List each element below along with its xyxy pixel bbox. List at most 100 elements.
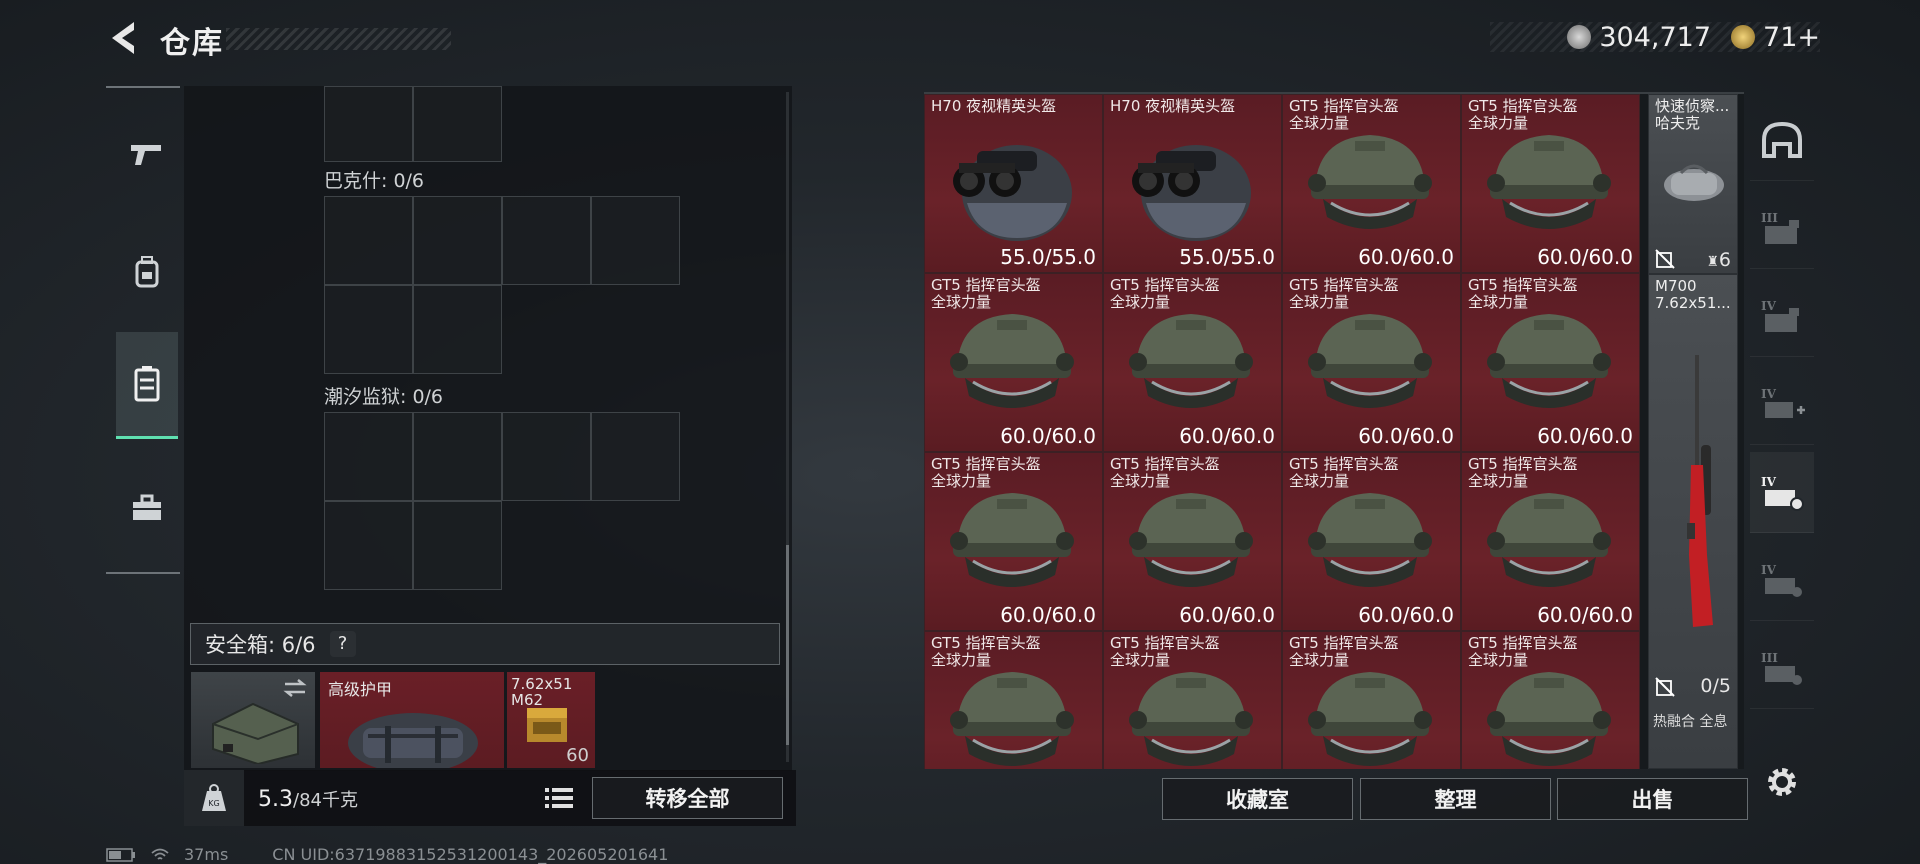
rail-container[interactable] (116, 332, 178, 439)
item-gt5-helmet[interactable]: GT5 指挥官头盔 全球力量 60.0/60.0 (924, 273, 1103, 452)
helmet-name: GT5 指挥官头盔 (931, 455, 1041, 473)
item-name: H70 夜视精英头盔 (931, 98, 1056, 115)
commander-helmet-icon (1487, 672, 1611, 766)
wifi-icon (151, 848, 169, 860)
ammo-box-icon (527, 708, 567, 742)
commander-helmet-icon (1487, 135, 1611, 229)
section-label-baksh: 巴克什: 0/6 (324, 170, 425, 192)
item-gt5-helmet[interactable]: GT5 指挥官头盔 全球力量 60.0/60.0 (1103, 452, 1282, 631)
commander-helmet-icon (1487, 493, 1611, 587)
helmet-art (1116, 302, 1266, 426)
rail-backpack[interactable] (116, 222, 178, 322)
right-container-rail: III IV IV IV IV III (1750, 92, 1814, 709)
item-h70-helmet[interactable]: H70 夜视精英头盔 55.0/55.0 (924, 94, 1103, 273)
back-arrow-icon[interactable] (104, 18, 144, 58)
rail-toolbox[interactable] (116, 458, 178, 558)
durability-value: 55.0/55.0 (1000, 245, 1096, 269)
list-view-button[interactable] (541, 780, 577, 816)
grid-cell[interactable] (502, 196, 591, 285)
item-h70-helmet[interactable]: H70 夜视精英头盔 55.0/55.0 (1103, 94, 1282, 273)
durability-value: 60.0/60.0 (1358, 424, 1454, 448)
item-name: GT5 指挥官头盔 全球力量 (1110, 456, 1220, 490)
grid-cell[interactable] (324, 285, 413, 374)
grid-cell[interactable] (591, 412, 680, 501)
commander-helmet-icon (1129, 672, 1253, 766)
rail-weapons[interactable] (116, 104, 178, 204)
commander-helmet-icon (950, 314, 1074, 408)
item-gt5-helmet[interactable]: GT5 指挥官头盔 全球力量 60.0/60.0 (1282, 273, 1461, 452)
grid-cell[interactable] (413, 412, 502, 501)
helmet-name: GT5 指挥官头盔 (1110, 455, 1220, 473)
item-gt5-helmet[interactable]: GT5 指挥官头盔 全球力量 60.0/60.0 (1282, 452, 1461, 631)
grid-cell[interactable] (413, 196, 502, 285)
no-loot-icon (1655, 249, 1675, 269)
helmet-faction: 全球力量 (1110, 472, 1171, 490)
grid-cell[interactable] (324, 412, 413, 501)
item-m700-rifle[interactable]: M700 7.62x51... 0/5 热融合 全息 (1648, 274, 1738, 769)
helmet-faction: 全球力量 (1110, 293, 1171, 311)
sort-button[interactable]: 整理 (1360, 778, 1551, 820)
settings-gear-icon[interactable] (1762, 762, 1802, 802)
svg-text:IV: IV (1761, 299, 1777, 313)
container-icon (134, 366, 160, 402)
item-gt5-helmet[interactable]: GT5 指挥官头盔 全球力量 60.0/60.0 (1282, 94, 1461, 273)
grid-cell[interactable] (413, 285, 502, 374)
grid-cell[interactable] (591, 196, 680, 285)
grid-cell[interactable] (324, 196, 413, 285)
grid-cell[interactable] (324, 501, 413, 590)
item-recon-bag[interactable]: 快速侦察... 哈夫克 ♜6 (1648, 94, 1738, 274)
helmet-name: GT5 指挥官头盔 (931, 634, 1041, 652)
ping-value: 37ms (184, 845, 229, 864)
storage-scroll-thumb[interactable] (786, 545, 789, 745)
helmet-name: GT5 指挥官头盔 (1289, 276, 1399, 294)
item-gt5-helmet[interactable]: GT5 指挥官头盔 全球力量 (1103, 631, 1282, 769)
weight-value: 5.3 (258, 787, 293, 812)
item-gt5-helmet[interactable]: GT5 指挥官头盔 全球力量 (1461, 631, 1640, 769)
item-name: GT5 指挥官头盔 全球力量 (1110, 635, 1220, 669)
silver-amount: 304,717 (1599, 21, 1712, 53)
rail-tier3-case[interactable]: III (1750, 188, 1814, 269)
helmet-art (937, 123, 1087, 247)
item-gt5-helmet[interactable]: GT5 指挥官头盔 全球力量 60.0/60.0 (1461, 94, 1640, 273)
grid-cell[interactable] (502, 412, 591, 501)
item-name: H70 夜视精英头盔 (1110, 98, 1235, 115)
collection-room-button[interactable]: 收藏室 (1162, 778, 1353, 820)
durability-value: 60.0/60.0 (1358, 603, 1454, 627)
item-gt5-helmet[interactable]: GT5 指挥官头盔 全球力量 60.0/60.0 (1461, 273, 1640, 452)
grid-cell[interactable] (413, 501, 502, 590)
helmet-art (1116, 123, 1266, 247)
help-button[interactable]: ? (329, 631, 356, 657)
bag-sub: 哈夫克 (1655, 114, 1701, 132)
item-name: GT5 指挥官头盔 全球力量 (1289, 635, 1399, 669)
safe-armor-item[interactable]: 高级护甲 (320, 672, 504, 768)
gold-amount[interactable]: 71+ (1763, 22, 1820, 53)
weight-max: /84千克 (293, 790, 358, 811)
helmet-art (1474, 302, 1624, 426)
rail-tier4-case[interactable]: IV (1750, 276, 1814, 357)
gold-coin-icon (1731, 25, 1756, 49)
safe-case-slot[interactable] (191, 672, 315, 768)
tier4-add-icon: IV (1761, 387, 1805, 418)
rail-tier4-add[interactable]: IV (1750, 364, 1814, 445)
item-gt5-helmet[interactable]: GT5 指挥官头盔 全球力量 60.0/60.0 (924, 452, 1103, 631)
item-gt5-helmet[interactable]: GT5 指挥官头盔 全球力量 (1282, 631, 1461, 769)
item-gt5-helmet[interactable]: GT5 指挥官头盔 全球力量 60.0/60.0 (1103, 273, 1282, 452)
rail-tier4-lock[interactable]: IV (1750, 452, 1814, 533)
rail-helmet-slot[interactable] (1750, 100, 1814, 181)
svg-text:III: III (1761, 211, 1778, 225)
rail-tier4-case-2[interactable]: IV (1750, 540, 1814, 621)
tier4-case-2-icon: IV (1761, 563, 1802, 597)
safe-ammo-item[interactable]: 7.62x51 M62 60 (507, 672, 595, 768)
grid-cell[interactable] (324, 86, 413, 162)
left-category-rail (106, 86, 180, 574)
transfer-all-button[interactable]: 转移全部 (592, 777, 783, 819)
list-icon (545, 788, 573, 808)
item-gt5-helmet[interactable]: GT5 指挥官头盔 全球力量 60.0/60.0 (1461, 452, 1640, 631)
kg-weight-icon: KG (202, 784, 226, 811)
grid-cell[interactable] (413, 86, 502, 162)
rail-tier3-case-2[interactable]: III (1750, 628, 1814, 709)
helmet-art (937, 481, 1087, 605)
helmet-art (1295, 123, 1445, 247)
sell-button[interactable]: 出售 (1557, 778, 1748, 820)
item-gt5-helmet[interactable]: GT5 指挥官头盔 全球力量 (924, 631, 1103, 769)
